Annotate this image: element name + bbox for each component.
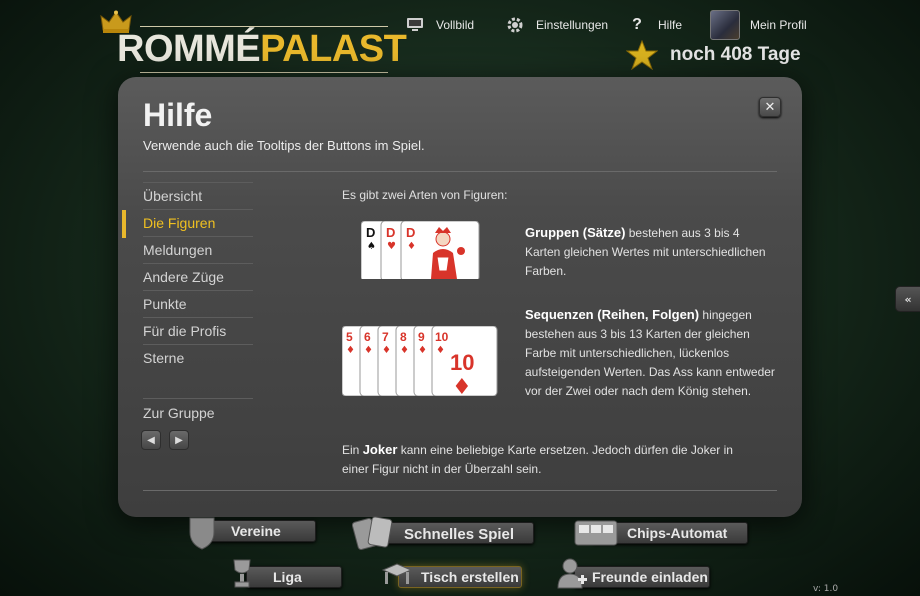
chips-automat-label: Chips-Automat xyxy=(627,525,728,541)
profil-label: Mein Profil xyxy=(750,18,807,32)
logo: ROMMÉPALAST xyxy=(100,10,407,80)
joker-paragraph: Ein Joker kann eine beliebige Karte erse… xyxy=(342,440,762,479)
joker-term: Joker xyxy=(362,442,398,457)
einstellungen-button[interactable]: Einstellungen xyxy=(504,12,608,38)
svg-text:♦: ♦ xyxy=(364,345,373,356)
premium-days-label: noch 408 Tage xyxy=(670,44,801,65)
gruppen-cards-illustration: D ♠ D ♥ D ♦ xyxy=(361,221,480,279)
menu-item-sterne[interactable]: Sterne xyxy=(143,344,253,371)
card-seq-0-rank: 5 xyxy=(346,330,353,344)
chips-machine-icon xyxy=(574,520,618,546)
gruppen-term: Gruppen (Sätze) xyxy=(525,225,626,240)
vereine-button[interactable]: Vereine xyxy=(186,514,318,550)
help-dialog: Hilfe Verwende auch die Tooltips der But… xyxy=(118,77,802,517)
freunde-einladen-button[interactable]: Freunde einladen xyxy=(556,556,712,592)
liga-label: Liga xyxy=(273,569,302,585)
svg-text:♦: ♦ xyxy=(400,345,409,356)
premium-days: noch 408 Tage xyxy=(626,40,801,70)
logo-romme: ROMMÉ xyxy=(117,28,261,70)
schnelles-spiel-button[interactable]: Schnelles Spiel xyxy=(352,514,536,552)
svg-text:♦: ♦ xyxy=(382,345,391,356)
arrow-left-icon: ◀ xyxy=(147,434,155,446)
gear-icon xyxy=(504,14,526,36)
card-seq-1-rank: 6 xyxy=(364,330,371,344)
side-panel-toggle[interactable]: « xyxy=(895,286,920,312)
profil-button[interactable]: Mein Profil xyxy=(710,10,807,40)
card-seq-big-rank: 10 xyxy=(450,350,474,375)
close-button[interactable]: ✕ xyxy=(759,97,781,117)
table-icon xyxy=(381,563,413,584)
group-nav: ◀ ▶ xyxy=(141,430,189,450)
logo-wordmark: ROMMÉPALAST xyxy=(117,28,407,71)
next-button[interactable]: ▶ xyxy=(169,430,189,450)
question-icon: ? xyxy=(632,16,642,33)
joker-pre: Ein xyxy=(342,443,363,457)
svg-text:♦: ♦ xyxy=(346,345,355,356)
card-seq-2-rank: 7 xyxy=(382,330,389,344)
zur-gruppe-label: Zur Gruppe xyxy=(143,398,253,421)
card-seq-3-rank: 8 xyxy=(400,330,407,344)
svg-text:♦: ♦ xyxy=(436,345,445,356)
monitor-icon xyxy=(404,14,426,36)
hilfe-label: Hilfe xyxy=(658,18,683,32)
content-intro: Es gibt zwei Arten von Figuren: xyxy=(342,188,508,202)
menu-item-fuer-die-profis[interactable]: Für die Profis xyxy=(143,317,253,344)
version-label: v: 1.0 xyxy=(813,584,839,594)
sequenzen-cards-illustration: 5 ♦ 6 ♦ 7 ♦ 8 ♦ 9 ♦ 10 ♦ 10 ♦ xyxy=(342,326,498,396)
svg-text:♥: ♥ xyxy=(387,241,396,252)
tisch-erstellen-label: Tisch erstellen xyxy=(421,569,519,585)
help-menu: Übersicht Die Figuren Meldungen Andere Z… xyxy=(122,182,253,371)
arrow-right-icon: ▶ xyxy=(175,434,183,446)
add-friend-icon xyxy=(557,558,587,589)
dialog-title: Hilfe xyxy=(143,97,213,133)
logo-palast: PALAST xyxy=(260,28,407,70)
hilfe-button[interactable]: ? Hilfe xyxy=(626,12,682,38)
logo-line-bottom xyxy=(140,72,388,73)
card-seq-5-rank: 10 xyxy=(435,330,449,344)
menu-item-punkte[interactable]: Punkte xyxy=(143,290,253,317)
trophy-icon xyxy=(233,559,251,588)
vollbild-button[interactable]: Vollbild xyxy=(404,12,474,38)
svg-text:♦: ♦ xyxy=(452,375,472,396)
svg-text:♦: ♦ xyxy=(418,345,427,356)
logo-line-top xyxy=(140,26,388,27)
liga-button[interactable]: Liga xyxy=(228,556,344,590)
shield-icon xyxy=(189,517,215,550)
prev-button[interactable]: ◀ xyxy=(141,430,161,450)
schnelles-spiel-label: Schnelles Spiel xyxy=(404,526,515,543)
sequenzen-term: Sequenzen (Reihen, Folgen) xyxy=(525,307,700,322)
card-seq-4-rank: 9 xyxy=(418,330,425,344)
chips-automat-button[interactable]: Chips-Automat xyxy=(574,518,750,550)
svg-text:♦: ♦ xyxy=(407,241,416,252)
gruppen-paragraph: Gruppen (Sätze) bestehen aus 3 bis 4 Kar… xyxy=(525,223,775,281)
divider-bottom xyxy=(143,490,777,491)
card-gruppen-1-rank: D xyxy=(386,225,395,240)
card-gruppen-2-rank: D xyxy=(406,225,415,240)
cards-icon xyxy=(352,516,393,550)
menu-item-die-figuren[interactable]: Die Figuren xyxy=(122,209,253,238)
menu-item-meldungen[interactable]: Meldungen xyxy=(143,236,253,263)
dialog-subtitle: Verwende auch die Tooltips der Buttons i… xyxy=(143,138,425,153)
avatar xyxy=(710,10,740,40)
menu-item-andere-zuege[interactable]: Andere Züge xyxy=(143,263,253,290)
divider-top xyxy=(143,171,777,172)
sequenzen-paragraph: Sequenzen (Reihen, Folgen) hingegen best… xyxy=(525,305,775,401)
freunde-einladen-label: Freunde einladen xyxy=(592,569,708,585)
vereine-label: Vereine xyxy=(231,523,281,539)
svg-text:♠: ♠ xyxy=(367,241,376,252)
card-gruppen-0-rank: D xyxy=(366,225,375,240)
vollbild-label: Vollbild xyxy=(436,18,475,32)
tisch-erstellen-button[interactable]: Tisch erstellen xyxy=(380,560,524,592)
einstellungen-label: Einstellungen xyxy=(536,18,609,32)
menu-item-uebersicht[interactable]: Übersicht xyxy=(143,182,253,209)
joker-text: kann eine beliebige Karte ersetzen. Jedo… xyxy=(342,443,733,476)
star-icon xyxy=(626,40,658,70)
